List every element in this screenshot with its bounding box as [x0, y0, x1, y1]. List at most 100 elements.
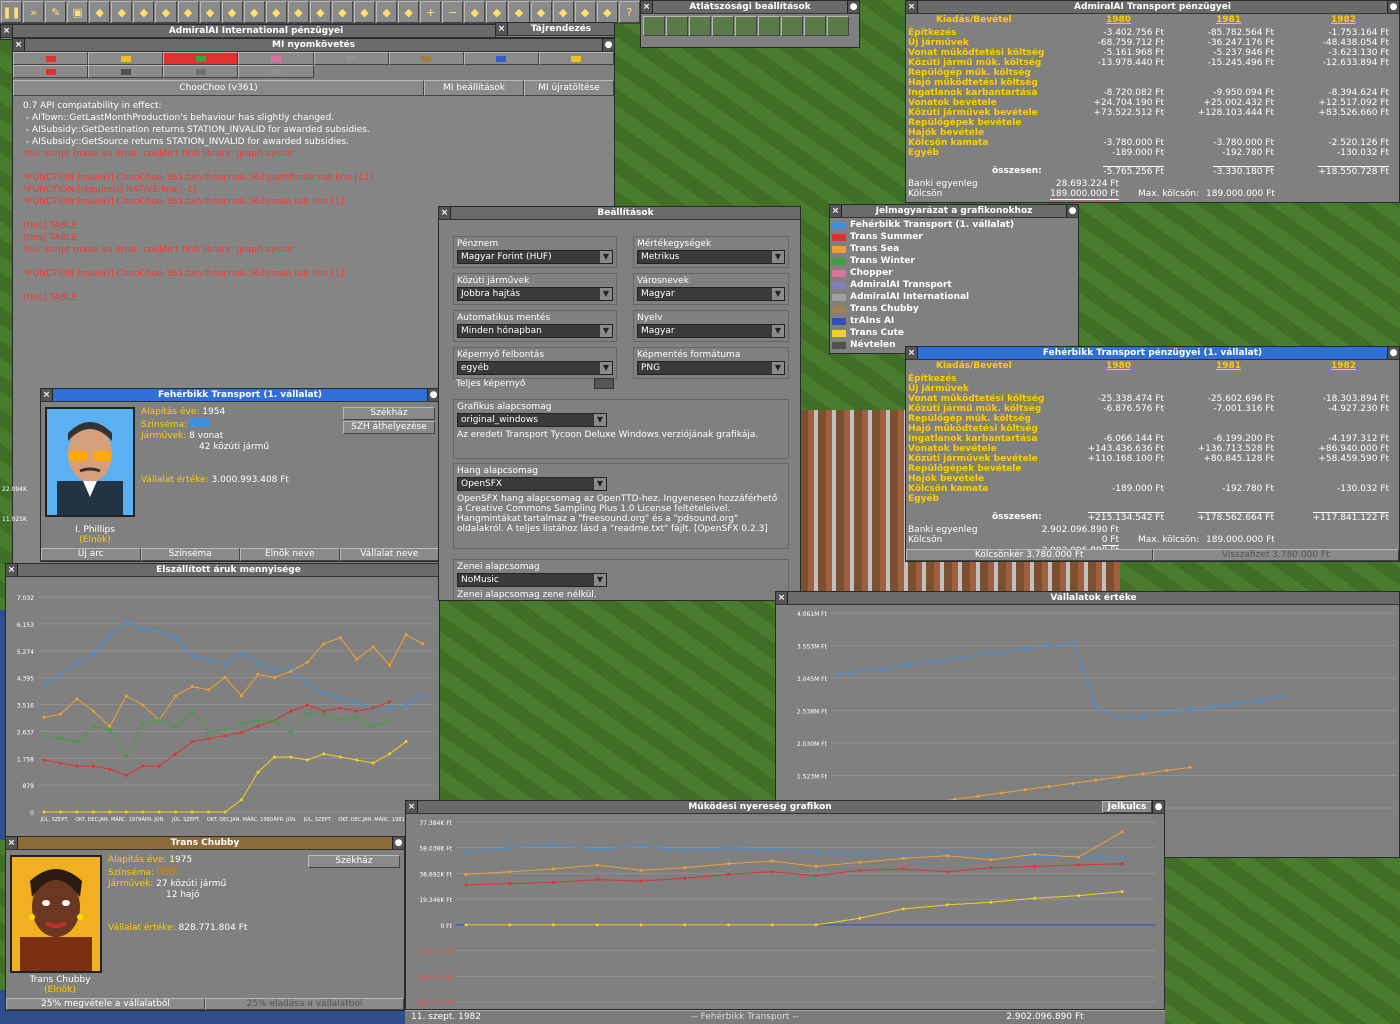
- setting-dropdown[interactable]: Magyar Forint (HUF) ▼: [457, 250, 613, 264]
- ai-company-button[interactable]: [313, 52, 389, 65]
- road-vehicles-icon[interactable]: ◆: [354, 1, 376, 23]
- ai-company-button[interactable]: [163, 65, 239, 78]
- build-rail-icon[interactable]: ◆: [464, 1, 486, 23]
- title-bar[interactable]: × Beállítások: [439, 207, 800, 220]
- legend-item[interactable]: Chopper: [832, 267, 1076, 279]
- title-bar[interactable]: × Trans Chubby ●: [6, 837, 404, 850]
- setting-dropdown[interactable]: Magyar ▼: [637, 324, 785, 338]
- landscape-icon[interactable]: ◆: [552, 1, 574, 23]
- ships-icon[interactable]: ◆: [376, 1, 398, 23]
- setting-dropdown[interactable]: Metrikus ▼: [637, 250, 785, 264]
- ai-company-button[interactable]: [463, 52, 539, 65]
- close-icon[interactable]: ×: [496, 23, 508, 35]
- ai-company-button[interactable]: [88, 65, 164, 78]
- goal-icon[interactable]: ◆: [243, 1, 265, 23]
- new-face-button[interactable]: Új arc: [41, 548, 141, 561]
- hq-button[interactable]: Székház: [308, 855, 400, 868]
- ai-company-button[interactable]: [538, 52, 614, 65]
- transparency-toggle-icon[interactable]: [643, 16, 665, 36]
- repay-button[interactable]: Visszafizet 3.780.000 Ft: [1152, 549, 1399, 561]
- color-scheme-button[interactable]: Színséma: [140, 548, 240, 561]
- close-icon[interactable]: ×: [906, 347, 918, 359]
- ai-company-button[interactable]: [238, 65, 314, 78]
- build-water-icon[interactable]: ◆: [508, 1, 530, 23]
- ai-company-button[interactable]: [388, 52, 464, 65]
- title-bar[interactable]: × Jelmagyarázat a grafikonokhoz ●: [830, 205, 1078, 218]
- president-name-button[interactable]: Elnök neve: [240, 548, 340, 561]
- pin-icon[interactable]: ●: [847, 1, 859, 13]
- pin-icon[interactable]: ●: [602, 39, 614, 51]
- build-air-icon[interactable]: ◆: [530, 1, 552, 23]
- hq-relocate-button[interactable]: SZH áthelyezése: [343, 421, 435, 434]
- settings-icon[interactable]: ✎: [45, 1, 67, 23]
- legend-item[interactable]: Trans Winter: [832, 255, 1076, 267]
- close-icon[interactable]: ×: [13, 39, 25, 51]
- ai-company-button[interactable]: [238, 52, 314, 65]
- setting-dropdown[interactable]: OpenSFX ▼: [457, 477, 607, 491]
- pin-icon[interactable]: ●: [392, 837, 404, 849]
- title-bar[interactable]: × Fehérbikk Transport pénzügyei (1. válla…: [906, 347, 1399, 360]
- close-icon[interactable]: ×: [439, 207, 451, 219]
- legend-item[interactable]: trAIns AI: [832, 315, 1076, 327]
- music-icon[interactable]: ◆: [574, 1, 596, 23]
- setting-dropdown[interactable]: NoMusic ▼: [457, 573, 607, 587]
- save-icon[interactable]: ▣: [67, 1, 89, 23]
- subsidies-icon[interactable]: ◆: [133, 1, 155, 23]
- legend-item[interactable]: AdmiralAI Transport: [832, 279, 1076, 291]
- transparency-toggle-icon[interactable]: [735, 16, 757, 36]
- stations-icon[interactable]: ◆: [155, 1, 177, 23]
- setting-dropdown[interactable]: PNG ▼: [637, 361, 785, 375]
- company-icon[interactable]: ◆: [199, 1, 221, 23]
- transparency-toggle-icon[interactable]: [666, 16, 688, 36]
- title-bar[interactable]: × Átlátszósági beállítások ●: [641, 1, 859, 14]
- legend-item[interactable]: AdmiralAI International: [832, 291, 1076, 303]
- legend-item[interactable]: Trans Chubby: [832, 303, 1076, 315]
- title-bar[interactable]: × Működési nyereség grafikon Jelkulcs ●: [406, 801, 1164, 814]
- pin-icon[interactable]: ●: [1066, 205, 1078, 217]
- transparency-toggle-icon[interactable]: [689, 16, 711, 36]
- fullscreen-checkbox[interactable]: [594, 378, 614, 389]
- industry-icon[interactable]: ◆: [309, 1, 331, 23]
- messages-icon[interactable]: ◆: [596, 1, 618, 23]
- pause-icon[interactable]: ❚❚: [1, 1, 23, 23]
- sell-share-button[interactable]: 25% eladása a vállalatból: [205, 998, 404, 1010]
- setting-dropdown[interactable]: Jobbra hajtás ▼: [457, 287, 613, 301]
- zoom-out-icon[interactable]: −: [442, 1, 464, 23]
- title-bar[interactable]: × Elszállított áruk mennyisége: [6, 564, 439, 577]
- close-icon[interactable]: ×: [406, 801, 418, 813]
- zoom-in-icon[interactable]: +: [420, 1, 442, 23]
- title-bar[interactable]: × AdmiralAI Transport pénzügyei ●: [906, 1, 1399, 14]
- hq-button[interactable]: Székház: [343, 407, 435, 420]
- story-icon[interactable]: ◆: [221, 1, 243, 23]
- transparency-toggle-icon[interactable]: [781, 16, 803, 36]
- aircraft-icon[interactable]: ◆: [398, 1, 420, 23]
- close-icon[interactable]: ×: [830, 205, 842, 217]
- town-icon[interactable]: ◆: [111, 1, 133, 23]
- close-icon[interactable]: ×: [906, 1, 918, 13]
- setting-dropdown[interactable]: original_windows ▼: [457, 413, 607, 427]
- title-bar[interactable]: × Tájrendezés: [496, 23, 614, 36]
- trains-icon[interactable]: ◆: [331, 1, 353, 23]
- transparency-toggle-icon[interactable]: [804, 16, 826, 36]
- build-road-icon[interactable]: ◆: [486, 1, 508, 23]
- help-icon[interactable]: ?: [618, 1, 640, 23]
- title-bar[interactable]: × AdmiralAI International pénzügyei: [1, 25, 499, 38]
- league-icon[interactable]: ◆: [287, 1, 309, 23]
- buy-share-button[interactable]: 25% megvétele a vállalatból: [6, 998, 205, 1010]
- transparency-toggle-icon[interactable]: [758, 16, 780, 36]
- borrow-button[interactable]: Kölcsönkér 3.780.000 Ft: [906, 549, 1153, 561]
- close-icon[interactable]: ×: [776, 592, 788, 604]
- ai-company-button[interactable]: [13, 65, 89, 78]
- key-button[interactable]: Jelkulcs: [1102, 801, 1152, 813]
- ai-reload-button[interactable]: MI újratöltése: [524, 80, 614, 96]
- ai-company-button[interactable]: [163, 52, 239, 65]
- close-icon[interactable]: ×: [6, 564, 18, 576]
- title-bar[interactable]: × MI nyomkövetés ●: [13, 39, 614, 52]
- close-icon[interactable]: ×: [1, 25, 13, 37]
- close-icon[interactable]: ×: [41, 389, 53, 401]
- graph-icon[interactable]: ◆: [265, 1, 287, 23]
- transparency-toggle-icon[interactable]: [827, 16, 849, 36]
- legend-item[interactable]: Trans Sea: [832, 243, 1076, 255]
- legend-item[interactable]: Trans Summer: [832, 231, 1076, 243]
- legend-item[interactable]: Trans Cute: [832, 327, 1076, 339]
